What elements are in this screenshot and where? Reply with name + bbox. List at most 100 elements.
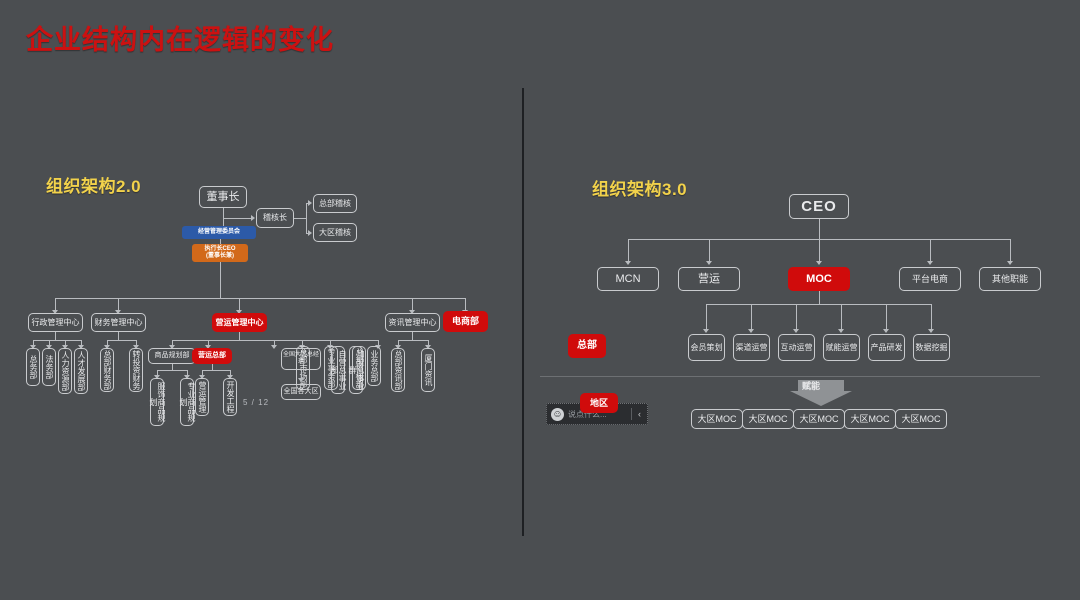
connector xyxy=(172,340,378,341)
node-interactive-ops[interactable]: 互动运营 xyxy=(778,334,815,361)
node-franchise-business[interactable]: 加盟总事业群 xyxy=(348,346,365,394)
connector xyxy=(294,218,306,219)
node-label: 服饰商品规划 xyxy=(149,382,166,422)
badge-region[interactable]: 地区 xyxy=(580,393,618,413)
node-region-moc[interactable]: 大区MOC xyxy=(742,409,794,429)
connector xyxy=(306,203,307,233)
node-label: 互动运营 xyxy=(780,342,813,352)
node-hq-finance[interactable]: 总部财务部 xyxy=(100,348,114,392)
node-national-regions[interactable]: 全国各大区 xyxy=(281,384,321,400)
right-panel-heading: 组织架构3.0 xyxy=(592,180,688,199)
node-moc[interactable]: MOC xyxy=(788,267,850,291)
smiley-icon[interactable]: ☺ xyxy=(551,407,564,421)
node-label: 营运 xyxy=(698,272,720,285)
connector xyxy=(1010,239,1011,261)
node-region-moc[interactable]: 大区MOC xyxy=(691,409,743,429)
node-operations-hq[interactable]: 营运总部 xyxy=(192,348,232,364)
connector xyxy=(202,370,230,371)
connector xyxy=(223,208,224,226)
node-region-moc[interactable]: 大区MOC xyxy=(793,409,845,429)
node-mcn[interactable]: MCN xyxy=(597,267,659,291)
node-label: 大区MOC xyxy=(901,413,941,424)
left-panel-heading: 组织架构2.0 xyxy=(46,177,142,196)
node-general-affairs[interactable]: 总务部 xyxy=(26,348,40,386)
enablement-arrow-label: 赋能 xyxy=(802,381,821,391)
node-label: 全国各大区 xyxy=(283,387,319,395)
connector-arrow xyxy=(703,329,709,333)
node-finance-center[interactable]: 财务管理中心 xyxy=(91,313,146,332)
node-investment-finance[interactable]: 转投资财务 xyxy=(129,348,143,392)
connector xyxy=(819,239,820,261)
node-platform-ecommerce[interactable]: 平台电商 xyxy=(899,267,961,291)
node-operations-mgmt[interactable]: 营运管理 xyxy=(195,378,209,416)
node-product-rd[interactable]: 产品研发 xyxy=(868,334,905,361)
node-ecommerce-dept[interactable]: 电商部 xyxy=(443,311,488,332)
node-label: 开发工程 xyxy=(226,381,235,413)
node-admin-center[interactable]: 行政管理中心 xyxy=(28,313,83,332)
node-label: MCN xyxy=(615,272,641,285)
connector xyxy=(931,304,932,329)
connector xyxy=(751,304,752,329)
node-data-mining[interactable]: 数据挖掘 xyxy=(913,334,950,361)
node-label: 总部财务部 xyxy=(103,350,112,390)
arrow-head xyxy=(790,391,852,406)
connector xyxy=(412,332,413,340)
node-label: 转投资财务 xyxy=(132,350,141,390)
connector-arrow xyxy=(706,261,712,265)
node-label: 渠道运营 xyxy=(735,342,768,352)
badge-label: 地区 xyxy=(589,397,608,408)
node-audit-chief[interactable]: 稽核长 xyxy=(256,208,294,228)
node-professional-planning[interactable]: 专业商品规划 xyxy=(179,378,196,426)
node-label: 厦门资讯 xyxy=(424,354,433,386)
node-apparel-planning[interactable]: 服饰商品规划 xyxy=(149,378,166,426)
node-label: 业务总部 xyxy=(370,350,379,382)
node-national-region-gm[interactable]: 全国大区总经理 xyxy=(281,348,321,370)
node-region-moc[interactable]: 大区MOC xyxy=(895,409,947,429)
panel-divider xyxy=(522,88,524,536)
node-label: 营运管理中心 xyxy=(215,317,264,327)
connector xyxy=(706,304,707,329)
node-operations-center[interactable]: 营运管理中心 xyxy=(212,313,267,332)
node-hr[interactable]: 人力资源部 xyxy=(58,348,72,394)
node-region-moc[interactable]: 大区MOC xyxy=(844,409,896,429)
node-dev-engineering[interactable]: 开发工程 xyxy=(223,378,237,416)
node-talent-dev[interactable]: 人才发展部 xyxy=(74,348,88,394)
connector xyxy=(819,291,820,304)
node-audit-region[interactable]: 大区稽核 xyxy=(313,223,357,242)
connector xyxy=(239,332,240,340)
node-chairman[interactable]: 董事长 xyxy=(199,186,247,208)
connector-arrow xyxy=(308,230,312,236)
node-xiamen-it[interactable]: 厦门资讯 xyxy=(421,348,435,392)
node-label: 平台电商 xyxy=(911,273,948,284)
connector xyxy=(465,298,466,310)
badge-headquarters[interactable]: 总部 xyxy=(568,334,606,358)
node-label: 产品研发 xyxy=(870,342,903,352)
node-hq-it-dept[interactable]: 总部资讯部 xyxy=(391,348,405,392)
node-management-committee[interactable]: 经营管理委员会 xyxy=(182,226,256,239)
node-legal-affairs[interactable]: 法务部 xyxy=(42,348,56,386)
node-label: 行政管理中心 xyxy=(31,317,80,327)
node-audit-hq[interactable]: 总部稽核 xyxy=(313,194,357,213)
connector-bus xyxy=(55,298,465,299)
node-channel-ops[interactable]: 渠道运营 xyxy=(733,334,770,361)
connector-arrow xyxy=(748,329,754,333)
node-ceo[interactable]: CEO xyxy=(789,194,849,219)
connector-arrow xyxy=(308,200,312,206)
node-enablement-ops[interactable]: 赋能运营 xyxy=(823,334,860,361)
node-member-planning[interactable]: 会员策划 xyxy=(688,334,725,361)
chevron-left-icon[interactable]: ‹ xyxy=(636,409,643,419)
node-label: 总务部 xyxy=(29,355,38,379)
node-direct-business[interactable]: 自营总事业部 xyxy=(330,346,347,394)
slide-canvas: 企业结构内在逻辑的变化 组织架构2.0 董事长 稽核长 总部稽核 大区稽核 经营… xyxy=(0,0,1080,600)
node-operations[interactable]: 营运 xyxy=(678,267,740,291)
node-other-functions[interactable]: 其他职能 xyxy=(979,267,1041,291)
node-label: 法务部 xyxy=(45,355,54,379)
node-it-center[interactable]: 资讯管理中心 xyxy=(385,313,440,332)
node-business-hq[interactable]: 业务总部 xyxy=(367,346,381,386)
node-label: 其他职能 xyxy=(991,273,1028,284)
connector-arrow xyxy=(251,215,255,221)
node-executive-ceo[interactable]: 执行长CEO (董事长兼) xyxy=(192,244,248,262)
node-label: 全国大区总经理 xyxy=(283,351,320,365)
connector xyxy=(157,370,187,371)
node-merchandise-planning[interactable]: 商品规划部 xyxy=(148,348,196,364)
